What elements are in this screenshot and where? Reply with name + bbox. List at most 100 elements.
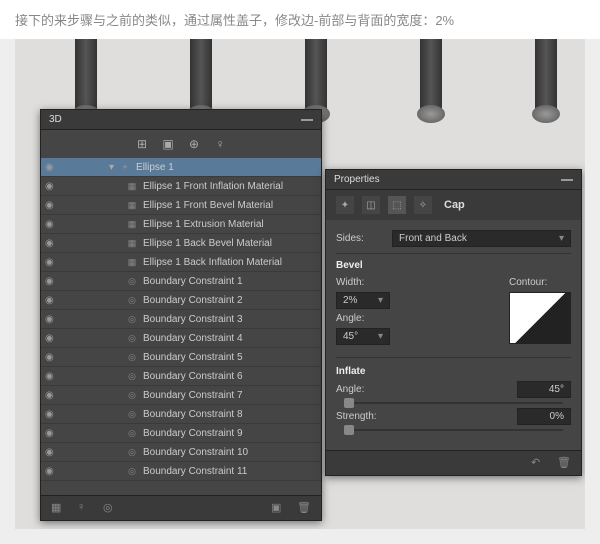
tree-row[interactable]: ◉▦Ellipse 1 Extrusion Material [41,215,321,234]
new-icon[interactable]: ▣ [271,501,285,515]
inflate-angle-input[interactable]: 45° [517,381,571,398]
trash-icon[interactable]: 🗑 [297,501,311,515]
mat-icon: ▦ [125,255,139,269]
con-icon: ◎ [125,331,139,345]
filter-icon[interactable]: ⊞ [134,136,150,152]
visibility-icon[interactable]: ◉ [45,181,59,192]
panel-props-header[interactable]: Properties [326,170,581,190]
con-icon: ◎ [125,445,139,459]
tree-item-label: Boundary Constraint 9 [143,428,317,439]
tree-row[interactable]: ◉◎Boundary Constraint 8 [41,405,321,424]
tree-row[interactable]: ◉◎Boundary Constraint 10 [41,443,321,462]
mat-icon: ▦ [125,179,139,193]
panel-props-title: Properties [334,174,380,185]
con-icon: ◎ [125,426,139,440]
tab-label: Cap [444,199,465,211]
contour-picker[interactable] [509,292,571,344]
light-icon[interactable]: ♀ [212,136,228,152]
tree-item-label: Ellipse 1 Front Bevel Material [143,200,317,211]
panel-3d: 3D ⊞ ▣ ⊕ ♀ ◉▾ ✦Ellipse 1◉▦Ellipse 1 Fron… [40,109,322,521]
tree-item-label: Ellipse 1 Extrusion Material [143,219,317,230]
visibility-icon[interactable]: ◉ [45,390,59,401]
visibility-icon[interactable]: ◉ [45,238,59,249]
visibility-icon[interactable]: ◉ [45,447,59,458]
visibility-icon[interactable]: ◉ [45,295,59,306]
tree-row[interactable]: ◉ ◎ Boundary Constraint 4 [41,329,321,348]
tab-mesh[interactable]: ✦ [336,196,354,214]
con-icon: ◎ [125,274,139,288]
tree-item-label: Boundary Constraint 5 [143,352,317,363]
mat-icon: ▦ [125,198,139,212]
inflate-angle-slider[interactable] [344,402,563,404]
visibility-icon[interactable]: ◉ [45,333,59,344]
tree-row[interactable]: ◉ ◎ Boundary Constraint 2 [41,291,321,310]
visibility-icon[interactable]: ◉ [45,162,59,173]
props-tabs: ✦ ◫ ⬚ ✧ Cap [326,190,581,220]
sides-dropdown[interactable]: Front and Back [392,230,571,247]
visibility-icon[interactable]: ◉ [45,314,59,325]
tree-item-label: Boundary Constraint 1 [143,276,317,287]
panel-menu-icon[interactable] [561,178,573,182]
tab-coords[interactable]: ✧ [414,196,432,214]
tree-row[interactable]: ◉ ◎ Boundary Constraint 7 [41,386,321,405]
tree-row[interactable]: ◉▦Ellipse 1 Back Inflation Material [41,253,321,272]
width-input[interactable]: 2% [336,292,390,309]
panel-3d-header[interactable]: 3D [41,110,321,130]
tree-item-label: Ellipse 1 Back Bevel Material [143,238,317,249]
tree-row[interactable]: ◉ ▦ Ellipse 1 Front Bevel Material [41,196,321,215]
tree-row[interactable]: ◉◎Boundary Constraint 11 [41,462,321,481]
panel-properties: Properties ✦ ◫ ⬚ ✧ Cap Sides: Front and … [325,169,582,476]
panel-props-footer: ↶ 🗑 [326,450,581,475]
tree-row[interactable]: ◉ ◎ Boundary Constraint 1 [41,272,321,291]
angle-input[interactable]: 45° [336,328,390,345]
inflate-section-label: Inflate [336,366,571,377]
tree-item-label: Ellipse 1 Front Inflation Material [143,181,317,192]
camera2-icon[interactable]: ◎ [103,501,117,515]
panel-3d-footer: ▦ ♀ ◎ ▣ 🗑 [41,495,321,520]
layer-tree: ◉▾ ✦Ellipse 1◉▦Ellipse 1 Front Inflation… [41,158,321,481]
tree-item-label: Ellipse 1 [136,162,317,173]
inflate-angle-label: Angle: [336,384,386,395]
tree-item-label: Boundary Constraint 3 [143,314,317,325]
poly-icon: ✦ [118,160,132,174]
tree-row[interactable]: ◉◎Boundary Constraint 6 [41,367,321,386]
visibility-icon[interactable]: ◉ [45,200,59,211]
tree-row[interactable]: ◉ ◎ Boundary Constraint 5 [41,348,321,367]
reset-icon[interactable]: ↶ [531,456,545,470]
render-icon[interactable]: ▦ [51,501,65,515]
visibility-icon[interactable]: ◉ [45,276,59,287]
tree-row[interactable]: ◉ ◎ Boundary Constraint 3 [41,310,321,329]
sides-label: Sides: [336,233,386,244]
con-icon: ◎ [125,464,139,478]
filter2-icon[interactable]: ▣ [160,136,176,152]
tab-deform[interactable]: ◫ [362,196,380,214]
tree-item-label: Boundary Constraint 7 [143,390,317,401]
tree-row[interactable]: ◉▾ ✦Ellipse 1 [41,158,321,177]
panel-menu-icon[interactable] [301,118,313,122]
tab-cap[interactable]: ⬚ [388,196,406,214]
tree-item-label: Boundary Constraint 6 [143,371,317,382]
trash-icon[interactable]: 🗑 [557,456,571,470]
camera-icon[interactable]: ⊕ [186,136,202,152]
visibility-icon[interactable]: ◉ [45,409,59,420]
con-icon: ◎ [125,388,139,402]
con-icon: ◎ [125,350,139,364]
strength-slider[interactable] [344,429,563,431]
mat-icon: ▦ [125,236,139,250]
visibility-icon[interactable]: ◉ [45,466,59,477]
tree-item-label: Boundary Constraint 2 [143,295,317,306]
visibility-icon[interactable]: ◉ [45,428,59,439]
con-icon: ◎ [125,293,139,307]
visibility-icon[interactable]: ◉ [45,352,59,363]
light2-icon[interactable]: ♀ [77,501,91,515]
strength-input[interactable]: 0% [517,408,571,425]
visibility-icon[interactable]: ◉ [45,371,59,382]
tree-row[interactable]: ◉ ▦ Ellipse 1 Front Inflation Material [41,177,321,196]
panel-3d-toolbar: ⊞ ▣ ⊕ ♀ [41,130,321,158]
visibility-icon[interactable]: ◉ [45,257,59,268]
tree-row[interactable]: ◉ ◎ Boundary Constraint 9 [41,424,321,443]
con-icon: ◎ [125,312,139,326]
tree-item-label: Boundary Constraint 4 [143,333,317,344]
tree-row[interactable]: ◉ ▦ Ellipse 1 Back Bevel Material [41,234,321,253]
visibility-icon[interactable]: ◉ [45,219,59,230]
